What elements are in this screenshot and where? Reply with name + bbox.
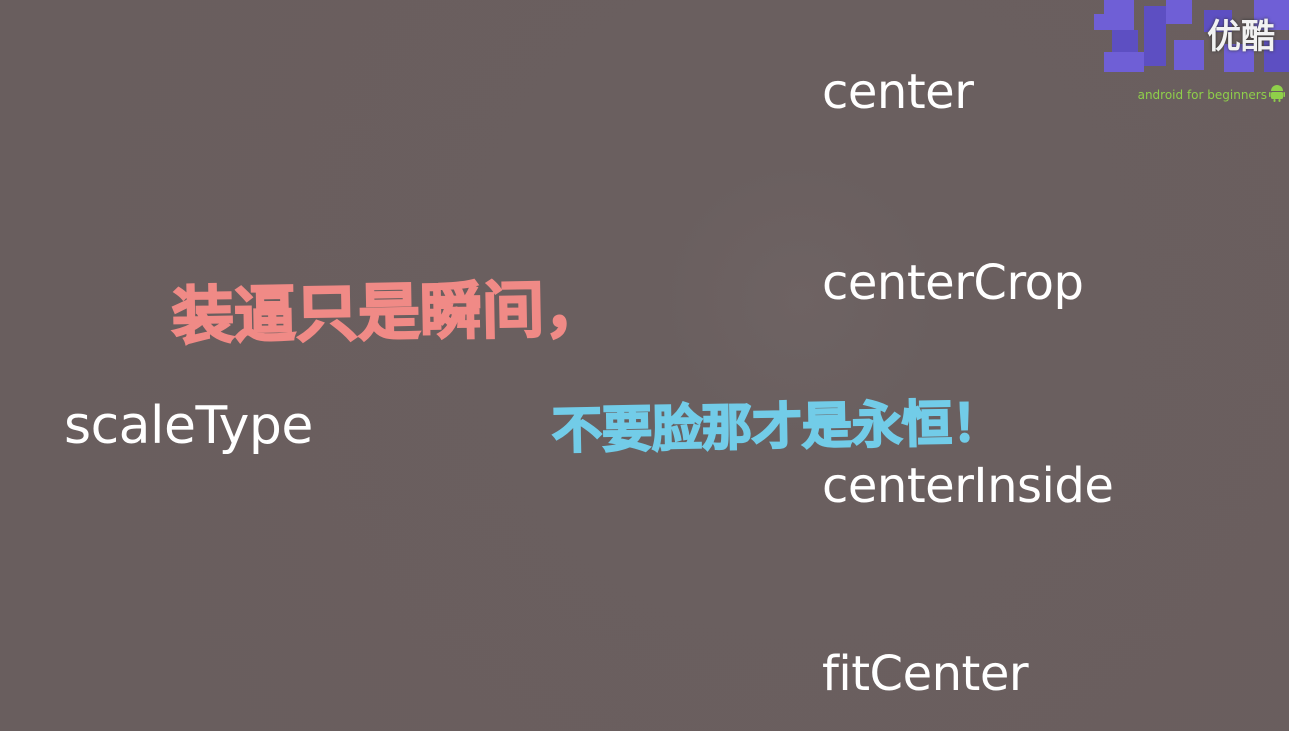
- caption-line-1: 装逼只是瞬间，: [170, 271, 607, 354]
- watermark-tagline: android for beginners: [1137, 88, 1267, 102]
- watermark: 优酷 android for beginners: [1094, 0, 1289, 110]
- watermark-site-name: 优酷: [1207, 17, 1275, 57]
- android-robot-icon: [1269, 85, 1285, 102]
- option-center: center: [822, 64, 974, 120]
- caption-line-2: 不要脸那才是永恒！: [551, 393, 1004, 461]
- option-center-crop: centerCrop: [822, 255, 1084, 311]
- option-fit-center: fitCenter: [822, 646, 1029, 702]
- scaletype-label: scaleType: [64, 396, 313, 456]
- option-center-inside: centerInside: [822, 458, 1114, 514]
- video-frame: scaleType center centerCrop centerInside…: [0, 0, 1289, 731]
